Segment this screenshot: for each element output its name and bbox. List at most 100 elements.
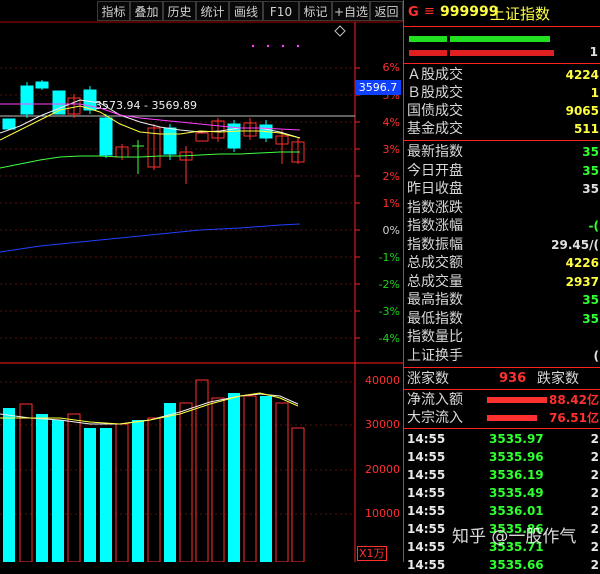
advance-decline-row: 涨家数 936 跌家数 <box>407 370 600 388</box>
watermark: 知乎 @一股作气 <box>452 527 577 547</box>
tick-row: 14:55 3535.96 2 <box>407 450 599 464</box>
stat-row: 总成交额 4226 <box>407 254 600 272</box>
axis-label: -2% <box>378 278 400 291</box>
ma-blue-line <box>0 223 301 253</box>
stat-label: 上证换手 <box>407 348 463 364</box>
volume-axis: 40000 30000 20000 10000 <box>356 374 400 534</box>
stat-label: 指数振幅 <box>407 237 463 253</box>
volume-unit[interactable]: X1万 <box>357 546 387 561</box>
row-funds: 基金成交 511 <box>407 120 600 138</box>
stat-row: 指数振幅 29.45/( <box>407 236 600 254</box>
block-value: 76.51亿 <box>549 411 599 425</box>
row-label: Ｂ股成交 <box>407 85 463 101</box>
tick-row: 14:55 3535.97 2 <box>407 432 599 446</box>
stat-label: 总成交额 <box>407 255 463 271</box>
row-value: 1 <box>590 86 599 100</box>
stat-value: 35 <box>582 312 599 326</box>
stat-label: 总成交量 <box>407 274 463 290</box>
stat-row: 最低指数 35 <box>407 310 600 328</box>
row-b-shares: Ｂ股成交 1 <box>407 84 600 102</box>
stat-value: 4226 <box>565 256 599 270</box>
stat-value: 2937 <box>565 275 599 289</box>
stat-label: 最高指数 <box>407 292 463 308</box>
stat-value: 29.45/( <box>551 238 599 252</box>
row-value: 9065 <box>565 104 599 118</box>
block-inflow-row: 大宗流入 76.51亿 <box>407 409 600 427</box>
quote-panel: G ≡ 999999 上证指数 1 Ａ股成交 4224 Ｂ股成交 1 国债成交 906… <box>403 0 600 572</box>
advance-value: 936 <box>499 371 527 386</box>
red-bar <box>450 50 554 56</box>
inflow-bar <box>487 397 547 403</box>
axis-label: 40000 <box>365 374 400 387</box>
g-badge: G <box>408 5 419 20</box>
stat-value: -( <box>588 219 599 233</box>
stat-row: 昨日收盘 35 <box>407 180 600 198</box>
stat-label: 指数量比 <box>407 329 463 345</box>
stat-label: 最低指数 <box>407 311 463 327</box>
stat-value: ( <box>593 349 599 363</box>
axis-label: 30000 <box>365 418 400 431</box>
inflow-label: 净流入额 <box>407 392 463 408</box>
stat-label: 昨日收盘 <box>407 181 463 197</box>
stock-name: 上证指数 <box>490 5 551 23</box>
row-label: 国债成交 <box>407 103 463 119</box>
axis-label: -1% <box>378 251 400 264</box>
diamond-icon[interactable] <box>334 25 346 37</box>
tick-row: 14:55 3536.01 2 <box>407 504 599 518</box>
decline-label: 跌家数 <box>537 371 579 387</box>
axis-label: 2% <box>382 170 400 183</box>
axis-label: 0% <box>382 224 400 237</box>
stat-row: 总成交量 2937 <box>407 273 600 291</box>
axis-label: 3% <box>382 143 400 156</box>
stat-row: 最新指数 35 <box>407 143 600 161</box>
candlestick-chart[interactable] <box>0 0 403 562</box>
range-label: 3573.94 - 3569.89 <box>95 99 197 112</box>
stat-row: 指数涨幅 -( <box>407 217 600 235</box>
tick-row: 14:55 3535.66 2 <box>407 558 599 572</box>
axis-label: 6% <box>382 61 400 74</box>
stat-value: 35 <box>582 164 599 178</box>
candles <box>2 80 305 184</box>
advance-label: 涨家数 <box>407 371 449 387</box>
inflow-row: 净流入额 88.42亿 <box>407 391 600 409</box>
axis-label: 10000 <box>365 507 400 520</box>
row-label: Ａ股成交 <box>407 67 463 83</box>
row-value: 511 <box>573 122 599 136</box>
marker-dots <box>251 44 300 48</box>
stat-row: 上证换手 ( <box>407 347 600 365</box>
price-axis: 6% 4% 3% 2% 1% 0% -1% -2% -3% -4% <box>356 61 400 361</box>
bar-value: 1 <box>589 45 598 59</box>
stat-label: 今日开盘 <box>407 163 463 179</box>
block-label: 大宗流入 <box>407 410 463 426</box>
red-bar <box>409 50 447 56</box>
stat-value: 35 <box>582 293 599 307</box>
row-a-shares: Ａ股成交 4224 <box>407 66 600 84</box>
stat-label: 指数涨幅 <box>407 218 463 234</box>
stat-row: 最高指数 35 <box>407 291 600 309</box>
axis-label: -3% <box>378 305 400 318</box>
stat-row: 指数涨跌 <box>407 199 600 217</box>
volume-bars <box>3 379 305 562</box>
stat-value: 35 <box>582 145 599 159</box>
ma-green-line <box>0 151 300 169</box>
tick-row: 14:55 3535.49 2 <box>407 486 599 500</box>
stat-label: 指数涨跌 <box>407 200 463 216</box>
row-bonds: 国债成交 9065 <box>407 102 600 120</box>
tick-row: 14:55 3536.19 2 <box>407 468 599 482</box>
block-bar <box>487 415 537 421</box>
stat-label: 最新指数 <box>407 144 463 160</box>
axis-label: -4% <box>378 332 400 345</box>
green-bar <box>450 36 550 42</box>
green-bar <box>409 36 447 42</box>
stat-value: 35 <box>582 182 599 196</box>
row-label: 基金成交 <box>407 121 463 137</box>
axis-label: 1% <box>382 197 400 210</box>
axis-label: 20000 <box>365 463 400 476</box>
current-price-tag: 3596.7 <box>355 80 401 95</box>
stat-row: 指数量比 <box>407 328 600 346</box>
row-value: 4224 <box>565 68 599 82</box>
stat-row: 今日开盘 35 <box>407 162 600 180</box>
inflow-value: 88.42亿 <box>549 393 599 407</box>
axis-label: 4% <box>382 116 400 129</box>
menu-icon[interactable]: ≡ <box>424 4 435 19</box>
